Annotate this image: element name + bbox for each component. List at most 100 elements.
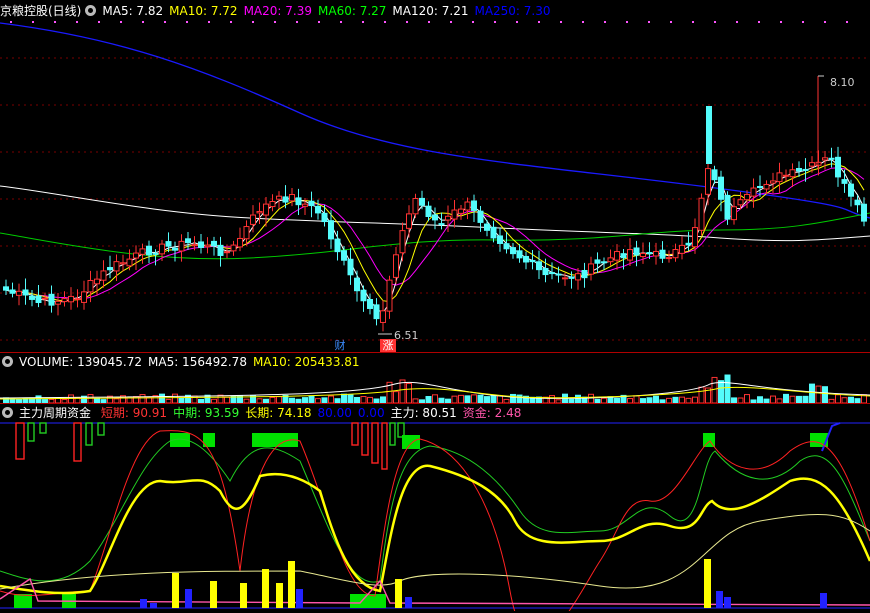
volume-bar xyxy=(347,394,354,404)
marker-dot xyxy=(164,21,166,23)
marker-dot xyxy=(758,21,760,23)
volume-bar xyxy=(822,386,828,404)
indicator-bar xyxy=(405,597,412,608)
signal-bar xyxy=(97,422,105,436)
candle-body xyxy=(289,194,295,202)
candle-body xyxy=(802,168,809,171)
volume-bar xyxy=(477,394,484,404)
candle-body xyxy=(503,243,510,250)
candle-body xyxy=(841,179,848,184)
candle-body xyxy=(809,162,815,167)
candle-body xyxy=(198,241,204,248)
candle-body xyxy=(224,251,230,254)
marker-dot xyxy=(472,21,474,23)
indicator-title[interactable]: 主力周期资金 xyxy=(19,406,91,420)
candle-body xyxy=(152,252,159,255)
marker-dot xyxy=(362,21,364,23)
candle-body xyxy=(113,261,120,272)
candle-body xyxy=(458,208,464,214)
candle-body xyxy=(659,249,666,259)
candle-body xyxy=(757,185,763,188)
divider xyxy=(0,352,870,353)
candle-body xyxy=(237,237,243,248)
marker-dot xyxy=(824,21,826,23)
signal-block xyxy=(402,435,420,449)
candle-body xyxy=(679,244,685,254)
candle-body xyxy=(29,295,35,300)
volume-bar xyxy=(68,394,74,404)
indicator-bar xyxy=(296,589,303,608)
candle-body xyxy=(386,279,393,312)
candle-body xyxy=(484,223,490,231)
candle-body xyxy=(692,227,698,248)
candle-body xyxy=(568,276,575,279)
candle-body xyxy=(393,254,399,278)
candle-body xyxy=(854,199,861,206)
marker-dot xyxy=(736,21,738,23)
candle-body xyxy=(706,106,712,164)
candle-body xyxy=(61,298,68,303)
indicator-chart[interactable] xyxy=(0,421,870,611)
candle-body xyxy=(360,289,367,302)
candle-body xyxy=(81,291,87,303)
volume-bar xyxy=(789,395,796,404)
volume-header: VOLUME: 139045.72 MA5: 156492.78 MA10: 205… xyxy=(0,354,372,370)
gear-icon[interactable] xyxy=(85,5,97,16)
volume-bar xyxy=(744,394,750,404)
price-chart[interactable]: 8.10 6.51 xyxy=(0,18,870,353)
indicator-bar xyxy=(140,599,147,608)
indicator-label-2: 长期: 74.18 xyxy=(245,406,312,420)
candle-body xyxy=(861,203,867,222)
signal-block xyxy=(350,594,386,608)
signal-bar xyxy=(381,422,388,470)
candle-body xyxy=(341,250,347,261)
signal-bar xyxy=(371,422,379,464)
volume-bar xyxy=(575,394,581,404)
badge-cai: 财 xyxy=(334,339,346,352)
candle-body xyxy=(120,262,126,265)
candle-body xyxy=(217,244,224,256)
candle-body xyxy=(9,289,16,294)
candle-body xyxy=(321,212,328,223)
candle-body xyxy=(3,286,9,291)
volume-bar xyxy=(393,391,399,404)
candle-body xyxy=(763,183,770,190)
volume-bar xyxy=(464,395,471,404)
candle-body xyxy=(146,245,152,256)
marker-dot xyxy=(714,21,716,23)
candle-body xyxy=(666,257,672,260)
ma-label-2: MA20: 7.39 xyxy=(243,4,312,18)
marker-dot xyxy=(560,21,562,23)
marker-dot xyxy=(604,21,606,23)
ma-label-0: MA5: 7.82 xyxy=(102,4,164,18)
volume-label-2: MA10: 205433.81 xyxy=(252,355,360,369)
marker-dot xyxy=(318,21,320,23)
volume-bar xyxy=(217,394,224,404)
indicator-label-4: 0.00 xyxy=(357,406,385,420)
volume-chart[interactable] xyxy=(0,370,870,404)
candle-body xyxy=(276,195,282,200)
marker-dot xyxy=(516,21,518,23)
marker-dot xyxy=(296,21,298,23)
ma-label-1: MA10: 7.72 xyxy=(169,4,238,18)
stock-title[interactable]: 京粮控股(日线) xyxy=(0,4,81,18)
candle-body xyxy=(718,176,724,200)
candle-body xyxy=(243,226,250,240)
gear-icon[interactable] xyxy=(2,407,13,418)
ma10-line xyxy=(5,163,865,303)
volume-bar xyxy=(159,393,165,404)
high-price-label: 8.10 xyxy=(830,76,855,89)
indicator-bar xyxy=(288,561,295,608)
volume-bar xyxy=(802,395,809,404)
candle-body xyxy=(42,297,48,300)
candle-body xyxy=(399,230,406,254)
candle-body xyxy=(425,205,432,218)
gear-icon[interactable] xyxy=(2,356,13,367)
capital-line xyxy=(0,514,870,590)
volume-bar xyxy=(711,376,718,404)
candle-body xyxy=(549,272,555,275)
volume-bar xyxy=(490,394,497,404)
candle-body xyxy=(204,244,211,248)
marker-dot xyxy=(406,21,408,23)
signal-bar xyxy=(39,422,47,434)
